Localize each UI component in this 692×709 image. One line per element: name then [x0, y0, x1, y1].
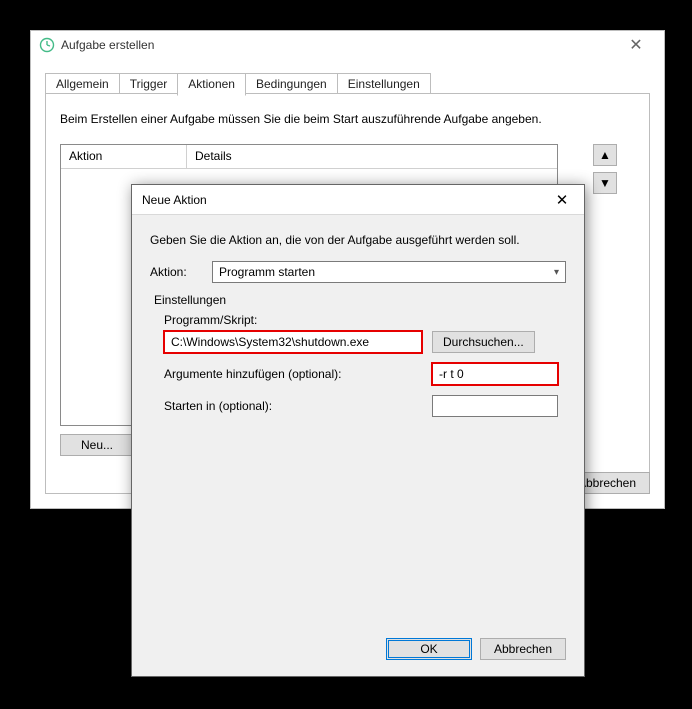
tab-actions[interactable]: Aktionen [177, 73, 246, 96]
new-action-dialog: Neue Aktion ✕ Geben Sie die Aktion an, d… [131, 184, 585, 677]
action-type-value: Programm starten [219, 265, 315, 279]
actions-table-header: Aktion Details [61, 145, 557, 169]
child-close-button[interactable]: ✕ [540, 186, 584, 214]
arguments-input[interactable] [432, 363, 558, 385]
move-down-button[interactable]: ▼ [593, 172, 617, 194]
child-cancel-button[interactable]: Abbrechen [480, 638, 566, 660]
arguments-label: Argumente hinzufügen (optional): [164, 367, 422, 381]
chevron-up-icon: ▲ [599, 148, 611, 162]
settings-group-label: Einstellungen [154, 293, 566, 307]
chevron-down-icon: ▼ [599, 176, 611, 190]
parent-title: Aufgabe erstellen [61, 38, 616, 52]
action-type-row: Aktion: Programm starten ▾ [150, 261, 566, 283]
child-ok-button[interactable]: OK [386, 638, 472, 660]
parent-close-button[interactable]: ✕ [616, 32, 656, 58]
arguments-row: Argumente hinzufügen (optional): [164, 363, 566, 385]
col-action-header[interactable]: Aktion [61, 145, 187, 168]
close-icon: ✕ [556, 191, 569, 209]
chevron-down-icon: ▾ [554, 267, 559, 278]
col-details-header[interactable]: Details [187, 145, 557, 168]
action-type-label: Aktion: [150, 265, 212, 279]
task-scheduler-icon [39, 37, 55, 53]
actions-instruction: Beim Erstellen einer Aufgabe müssen Sie … [60, 112, 542, 126]
close-icon: ✕ [629, 35, 642, 55]
startin-row: Starten in (optional): [164, 395, 566, 417]
child-footer: OK Abbrechen [386, 638, 566, 660]
child-instruction: Geben Sie die Aktion an, die von der Auf… [150, 233, 566, 247]
startin-input[interactable] [432, 395, 558, 417]
program-script-input[interactable] [164, 331, 422, 353]
program-label: Programm/Skript: [164, 313, 566, 327]
child-titlebar: Neue Aktion ✕ [132, 185, 584, 215]
reorder-controls: ▲ ▼ [593, 144, 617, 200]
program-row: Durchsuchen... [164, 331, 566, 353]
child-title: Neue Aktion [142, 193, 540, 207]
parent-titlebar: Aufgabe erstellen ✕ [31, 31, 664, 59]
browse-button[interactable]: Durchsuchen... [432, 331, 535, 353]
move-up-button[interactable]: ▲ [593, 144, 617, 166]
settings-group: Programm/Skript: Durchsuchen... Argument… [164, 313, 566, 417]
child-body: Geben Sie die Aktion an, die von der Auf… [132, 215, 584, 676]
action-type-select[interactable]: Programm starten ▾ [212, 261, 566, 283]
new-action-button[interactable]: Neu... [60, 434, 134, 456]
startin-label: Starten in (optional): [164, 399, 422, 413]
